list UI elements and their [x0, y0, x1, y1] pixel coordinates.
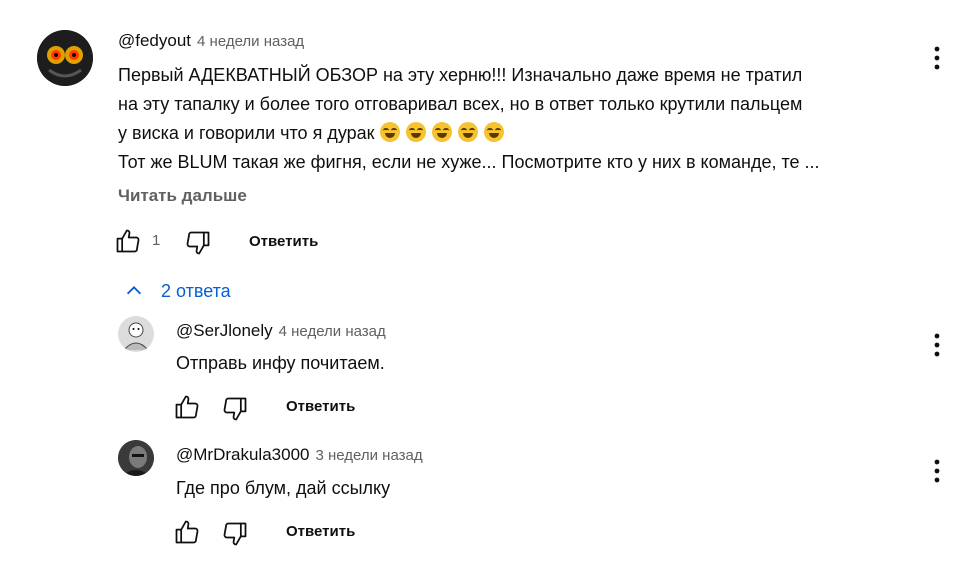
comment-time[interactable]: 4 недели назад — [197, 33, 304, 50]
comment-text-line-emoji: у виска и говорили что я дурак — [118, 119, 918, 148]
replies-toggle[interactable]: 2 ответа — [123, 280, 231, 302]
thumb-up-icon — [175, 520, 199, 544]
like-count: 1 — [152, 232, 161, 249]
reply-time[interactable]: 4 недели назад — [279, 323, 386, 340]
reply-author[interactable]: @SerJlonely — [176, 321, 273, 340]
more-vert-icon — [934, 459, 940, 483]
thumb-up-icon — [175, 395, 199, 419]
more-vert-icon — [934, 46, 940, 70]
dislike-button[interactable] — [221, 520, 249, 553]
avatar[interactable] — [118, 440, 154, 476]
reply-author[interactable]: @MrDrakula3000 — [176, 445, 309, 464]
more-vert-icon — [934, 333, 940, 357]
read-more-button[interactable]: Читать дальше — [118, 186, 247, 206]
reply-button[interactable]: Ответить — [286, 523, 355, 540]
laughing-emoji-icon — [431, 122, 452, 142]
laughing-emoji-icon — [405, 122, 426, 142]
laughing-emoji-icon — [457, 122, 478, 142]
replies-count: 2 ответа — [161, 280, 231, 301]
reply-button[interactable]: Ответить — [249, 233, 318, 250]
comment-text-line: Первый АДЕКВАТНЫЙ ОБЗОР на эту херню!!! … — [118, 65, 803, 85]
comment-author[interactable]: @fedyout — [118, 31, 191, 50]
dislike-button[interactable] — [184, 229, 212, 262]
reply-text: Где про блум, дай ссылку — [176, 478, 391, 498]
comment-text-line: Тот же BLUM такая же фигня, если не хуже… — [118, 152, 820, 172]
reply-menu-button[interactable] — [925, 457, 949, 490]
avatar[interactable] — [118, 316, 154, 352]
thumb-down-icon — [223, 397, 247, 421]
comment-text-line: у виска и говорили что я дурак — [118, 123, 375, 143]
reply-header: @MrDrakula3000 3 недели назад — [176, 445, 423, 465]
comment-header: @fedyout 4 недели назад — [118, 31, 304, 51]
reply-time[interactable]: 3 недели назад — [315, 447, 422, 464]
like-button[interactable] — [173, 393, 201, 426]
dislike-button[interactable] — [221, 395, 249, 428]
chevron-up-icon — [126, 286, 142, 295]
like-button[interactable] — [114, 227, 142, 260]
laughing-emoji-icon — [379, 122, 400, 142]
reply-text: Отправь инфу почитаем. — [176, 353, 385, 373]
comment-text: Первый АДЕКВАТНЫЙ ОБЗОР на эту херню!!! … — [118, 61, 918, 177]
thumb-up-icon — [116, 229, 140, 253]
comment-menu-button[interactable] — [925, 44, 949, 77]
reply-menu-button[interactable] — [925, 331, 949, 364]
thumb-down-icon — [186, 231, 210, 255]
like-button[interactable] — [173, 518, 201, 551]
comment-text-line: на эту тапалку и более того отговаривал … — [118, 94, 803, 114]
reply-header: @SerJlonely 4 недели назад — [176, 321, 386, 341]
laughing-emoji-icon — [483, 122, 504, 142]
thumb-down-icon — [223, 522, 247, 546]
avatar[interactable] — [37, 30, 93, 86]
reply-button[interactable]: Ответить — [286, 398, 355, 415]
